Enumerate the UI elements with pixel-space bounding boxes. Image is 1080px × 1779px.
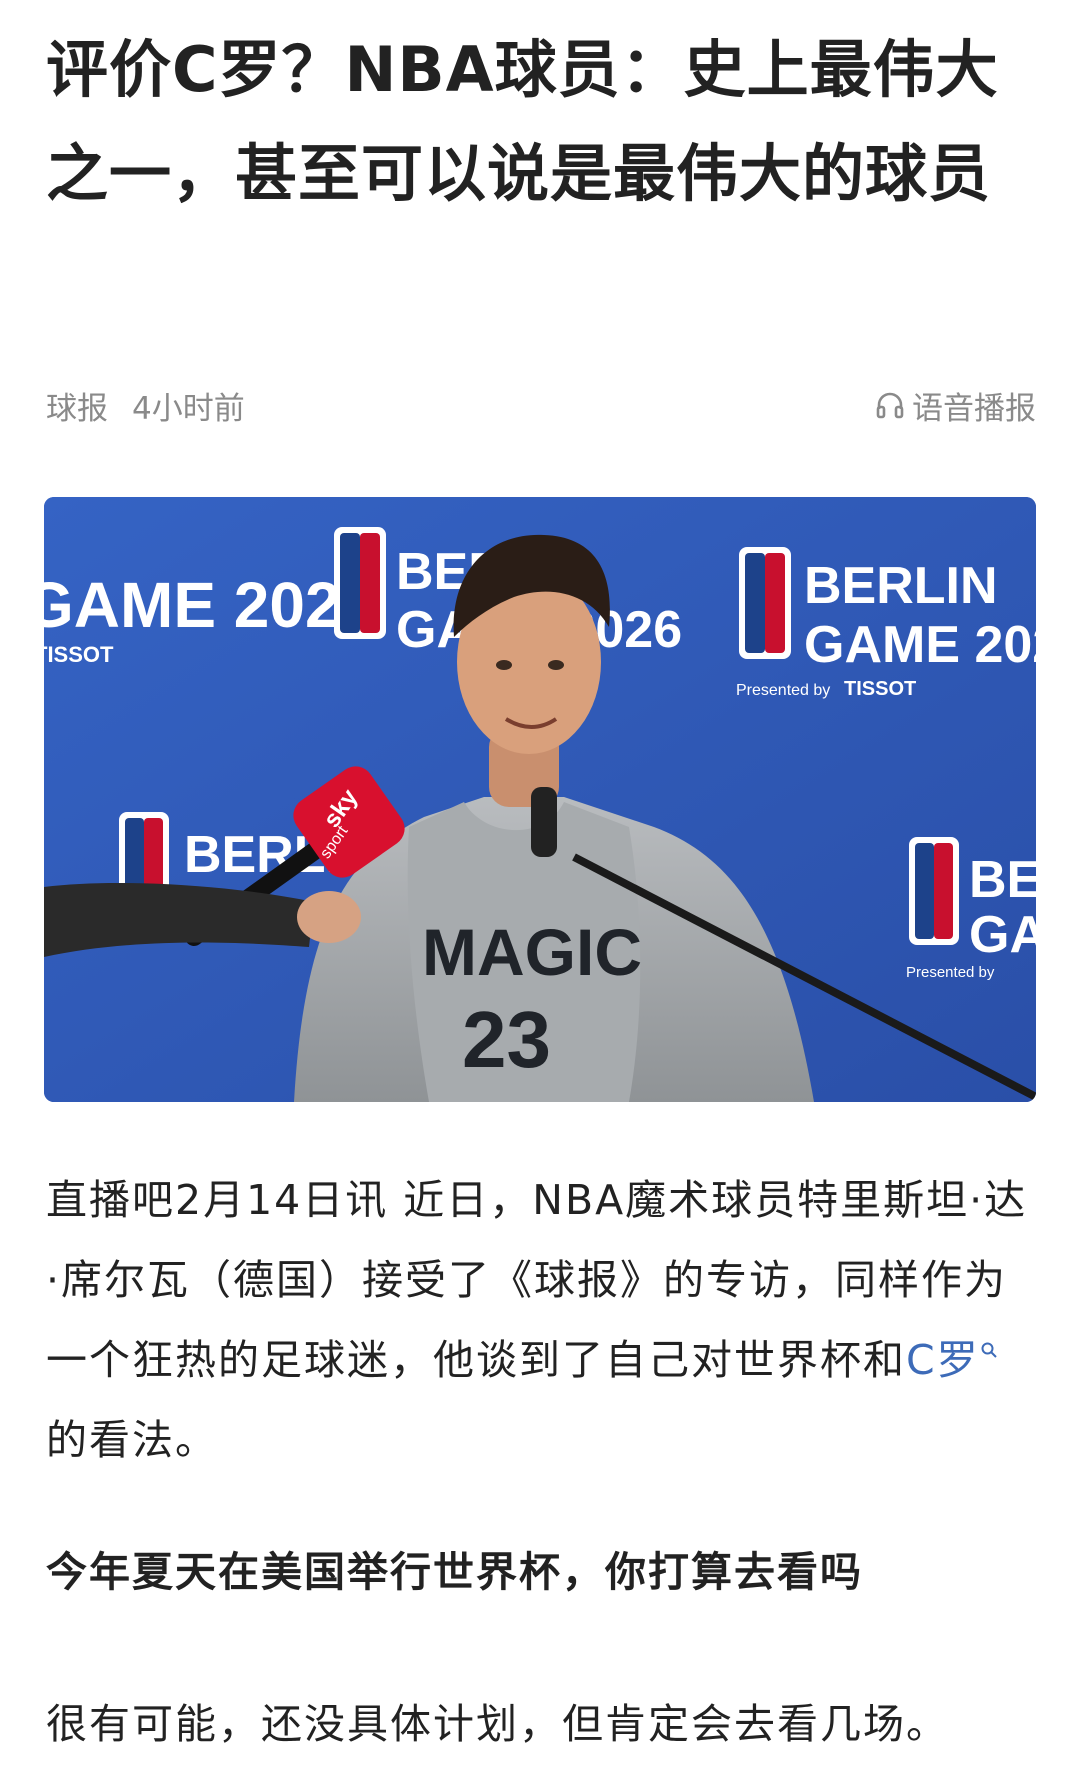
listen-label: 语音播报 (912, 390, 1036, 427)
article-source[interactable]: 球报 (46, 383, 108, 428)
svg-text:23: 23 (462, 995, 551, 1084)
article-title: 评价C罗？NBA球员：史上最伟大之一，甚至可以说是最伟大的球员 (46, 33, 999, 210)
svg-text:BERLIN: BERLIN (969, 851, 1036, 909)
listen-button[interactable]: 语音播报 (874, 383, 1036, 428)
svg-text:Presented by: Presented by (906, 964, 995, 981)
svg-text:GAM: GAM (969, 906, 1036, 964)
article-paragraph-1: 直播吧2月14日讯 近日，NBA魔术球员特里斯坦·达·席尔瓦（德国）接受了《球报… (46, 1160, 1036, 1480)
paragraph-1-tail: 的看法。 (46, 1416, 218, 1464)
paragraph-1-text: 直播吧2月14日讯 近日，NBA魔术球员特里斯坦·达·席尔瓦（德国）接受了《球报… (46, 1176, 1028, 1384)
press-conference-photo[interactable]: GAME 2026 TISSOT BERLIN GAME 2026 BERLIN… (44, 497, 1036, 1102)
svg-text:GAME 2026: GAME 2026 (804, 616, 1036, 674)
svg-text:Presented by: Presented by (736, 682, 830, 699)
photo-illustration: GAME 2026 TISSOT BERLIN GAME 2026 BERLIN… (44, 497, 1036, 1102)
cristiano-ronaldo-tag-link[interactable]: C罗 (906, 1336, 998, 1384)
article-page: 评价C罗？NBA球员：史上最伟大之一，甚至可以说是最伟大的球员 球报 4小时前 … (0, 0, 1080, 1779)
headphones-icon (876, 392, 904, 419)
svg-text:BERLIN: BERLIN (804, 557, 998, 615)
article-time: 4小时前 (132, 390, 245, 427)
svg-text:TISSOT: TISSOT (44, 642, 114, 667)
article-meta: 球报 4小时前 语音播报 (46, 380, 1036, 430)
svg-text:GAME 2026: GAME 2026 (44, 569, 376, 641)
interview-answer: 很有可能，还没具体计划，但肯定会去看几场。 (46, 1700, 949, 1748)
tag-link-label: C罗 (906, 1336, 980, 1384)
interview-question: 今年夏天在美国举行世界杯，你打算去看吗 (46, 1548, 863, 1596)
svg-text:MAGIC: MAGIC (422, 915, 642, 989)
search-icon (981, 1342, 997, 1359)
svg-text:TISSOT: TISSOT (844, 678, 916, 700)
